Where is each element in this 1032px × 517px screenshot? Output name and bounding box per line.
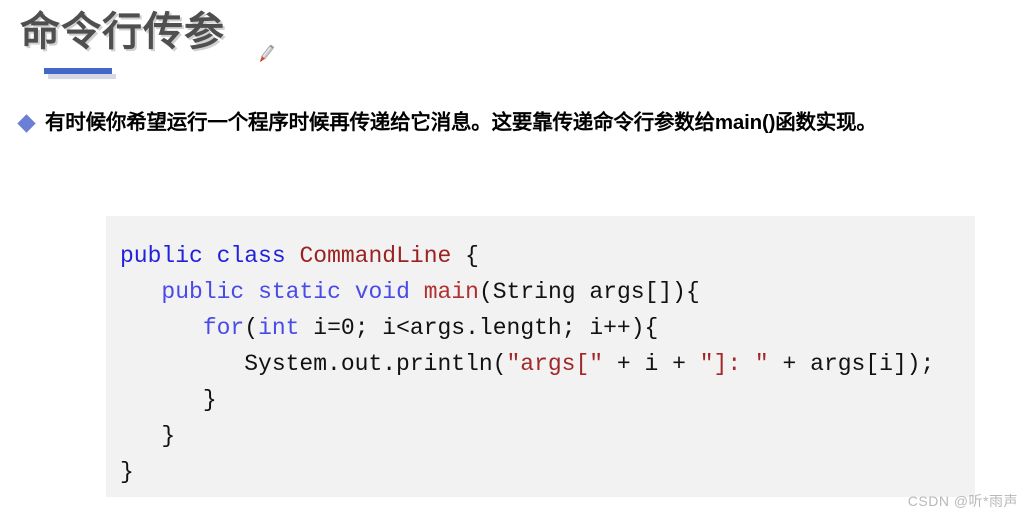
code-token: System.out.println( xyxy=(120,351,507,377)
title-underline xyxy=(44,68,112,74)
code-token: main xyxy=(423,279,479,305)
pencil-icon xyxy=(252,42,278,68)
code-token: (String args[]){ xyxy=(478,279,700,305)
code-block: public class CommandLine { public static… xyxy=(106,216,975,497)
code-token: } xyxy=(120,387,217,413)
code-line: System.out.println("args[" + i + "]: " +… xyxy=(120,346,975,382)
bullet-row: 有时候你希望运行一个程序时候再传递给它消息。这要靠传递命令行参数给main()函… xyxy=(17,108,1028,138)
code-line: } xyxy=(120,454,975,490)
code-token: { xyxy=(451,243,479,269)
code-token: class xyxy=(216,243,286,269)
code-lines: public class CommandLine { public static… xyxy=(120,238,975,490)
code-token: public xyxy=(161,279,245,305)
code-token: } xyxy=(120,423,176,449)
watermark: CSDN @听*雨声 xyxy=(907,493,1018,509)
code-token: i=0; i<args.length; i++){ xyxy=(299,315,659,341)
code-token: } xyxy=(120,459,134,485)
code-token: void xyxy=(354,279,410,305)
code-token: int xyxy=(258,315,300,341)
code-line: } xyxy=(120,382,975,418)
code-token: "args[" xyxy=(506,351,604,377)
code-token: CommandLine xyxy=(299,243,452,269)
code-token: + args[i]); xyxy=(768,351,935,377)
bullet-text: 有时候你希望运行一个程序时候再传递给它消息。这要靠传递命令行参数给main()函… xyxy=(45,111,877,134)
title-underline-shadow xyxy=(48,74,116,79)
code-token: + i + xyxy=(603,351,700,377)
code-token: "]: " xyxy=(699,351,769,377)
slide-title-block: 命令行传参 xyxy=(20,6,620,86)
code-line: public class CommandLine { xyxy=(120,238,975,274)
code-token: ( xyxy=(244,315,259,341)
code-token: for xyxy=(202,315,245,341)
code-line: for(int i=0; i<args.length; i++){ xyxy=(120,310,975,346)
code-line: } xyxy=(120,418,975,454)
code-token: static xyxy=(258,279,341,305)
code-line: public static void main(String args[]){ xyxy=(120,274,975,310)
diamond-bullet-icon xyxy=(17,114,36,133)
page-title: 命令行传参 xyxy=(20,10,225,54)
code-token: public xyxy=(120,243,203,269)
